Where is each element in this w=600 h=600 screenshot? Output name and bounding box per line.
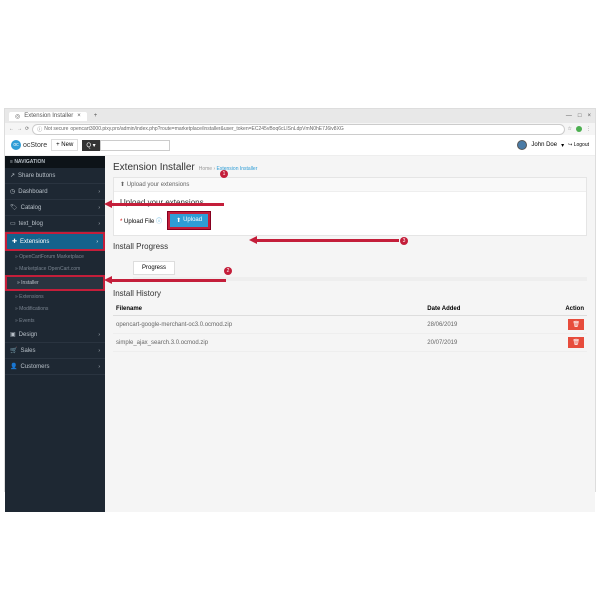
- progress-tab: Progress: [133, 261, 175, 275]
- close-window-icon[interactable]: ×: [587, 113, 591, 119]
- history-table: Filename Date Added Action opencart-goog…: [113, 303, 587, 352]
- sidebar-item-dashboard[interactable]: ◷Dashboard›: [5, 184, 105, 200]
- callout-3: 3: [400, 237, 408, 245]
- security-label: Not secure: [44, 126, 68, 132]
- new-tab-button[interactable]: +: [91, 113, 101, 119]
- col-filename: Filename: [113, 303, 424, 316]
- panel-heading-upload: ⬆ Upload your extensions: [114, 178, 586, 192]
- search-button[interactable]: Q ▾: [82, 140, 99, 151]
- table-row: simple_ajax_search.3.0.ocmod.zip 20/07/2…: [113, 334, 587, 352]
- back-icon[interactable]: ←: [9, 126, 14, 132]
- user-chevron[interactable]: ▾: [561, 142, 564, 149]
- sidebar-item-textblog[interactable]: ▭text_blog›: [5, 216, 105, 232]
- close-icon[interactable]: ×: [77, 113, 81, 119]
- sidebar-item-catalog[interactable]: 🏷Catalog›: [5, 200, 105, 216]
- col-action: Action: [524, 303, 587, 316]
- callout-1: 1: [220, 170, 228, 178]
- page-title: Extension Installer: [113, 162, 195, 173]
- nav-heading: ≡ NAVIGATION: [5, 156, 105, 168]
- breadcrumb: Home › Extension Installer: [199, 166, 258, 172]
- sidebar-item-customers[interactable]: 👤Customers›: [5, 359, 105, 375]
- search-input[interactable]: [100, 140, 170, 151]
- sidebar-sub-modifications[interactable]: » Modifications: [5, 303, 105, 315]
- security-icon: ⓘ: [37, 126, 42, 133]
- table-row: opencart-google-merchant-oc3.0.ocmod.zip…: [113, 316, 587, 334]
- info-icon[interactable]: ⓘ: [156, 219, 162, 225]
- delete-button[interactable]: 🗑: [568, 337, 584, 348]
- browser-tab[interactable]: ◎ Extension Installer ×: [9, 112, 87, 121]
- logout-button[interactable]: ↪ Logout: [568, 142, 589, 148]
- brand-name: ocStore: [23, 142, 47, 149]
- sidebar-item-extensions[interactable]: ✚Extensions›: [5, 232, 105, 251]
- sidebar-item-share[interactable]: ↗Share buttons: [5, 168, 105, 184]
- sidebar-sub-marketplace[interactable]: » Marketplace OpenCart.com: [5, 263, 105, 275]
- avatar[interactable]: [517, 140, 527, 150]
- sidebar-item-sales[interactable]: 🛒Sales›: [5, 343, 105, 359]
- tab-title: Extension Installer: [24, 113, 73, 119]
- sidebar-sub-extensions[interactable]: » Extensions: [5, 291, 105, 303]
- share-icon: ↗: [10, 172, 15, 179]
- profile-icon[interactable]: [576, 126, 582, 132]
- puzzle-icon: ✚: [12, 238, 17, 245]
- url-input[interactable]: ⓘ Not secure opencart3000.pixy.pro/admin…: [32, 124, 564, 135]
- forward-icon[interactable]: →: [17, 126, 22, 132]
- upload-icon: ⬆: [176, 217, 181, 224]
- menu-icon[interactable]: ⋮: [586, 126, 591, 132]
- upload-file-label: * Upload File ⓘ: [120, 216, 162, 225]
- user-icon: 👤: [10, 363, 17, 370]
- history-title: Install History: [113, 289, 587, 298]
- url-text: opencart3000.pixy.pro/admin/index.php?ro…: [70, 126, 343, 132]
- cart-icon: 🛒: [10, 347, 17, 354]
- sidebar-sub-ocforum[interactable]: » OpenCartForum Marketplace: [5, 251, 105, 263]
- sidebar-sub-installer[interactable]: » Installer: [5, 275, 105, 291]
- sidebar-item-design[interactable]: ▣Design›: [5, 327, 105, 343]
- blog-icon: ▭: [10, 220, 16, 227]
- delete-button[interactable]: 🗑: [568, 319, 584, 330]
- maximize-icon[interactable]: □: [578, 113, 582, 119]
- tag-icon: 🏷: [10, 204, 18, 211]
- user-name: John Doe: [531, 142, 557, 148]
- new-button[interactable]: + New: [51, 139, 78, 151]
- progress-title: Install Progress: [113, 242, 587, 251]
- tv-icon: ▣: [10, 331, 16, 338]
- col-date: Date Added: [424, 303, 524, 316]
- dashboard-icon: ◷: [10, 188, 15, 195]
- callout-2: 2: [224, 267, 232, 275]
- tab-favicon: ◎: [15, 113, 20, 120]
- reload-icon[interactable]: ⟳: [25, 126, 29, 132]
- star-icon[interactable]: ☆: [568, 126, 572, 132]
- sidebar-sub-events[interactable]: » Events: [5, 315, 105, 327]
- brand-logo[interactable]: oc ocStore: [11, 140, 47, 150]
- cart-icon: oc: [11, 140, 21, 150]
- upload-button[interactable]: ⬆Upload: [168, 212, 210, 229]
- minimize-icon[interactable]: —: [566, 113, 572, 119]
